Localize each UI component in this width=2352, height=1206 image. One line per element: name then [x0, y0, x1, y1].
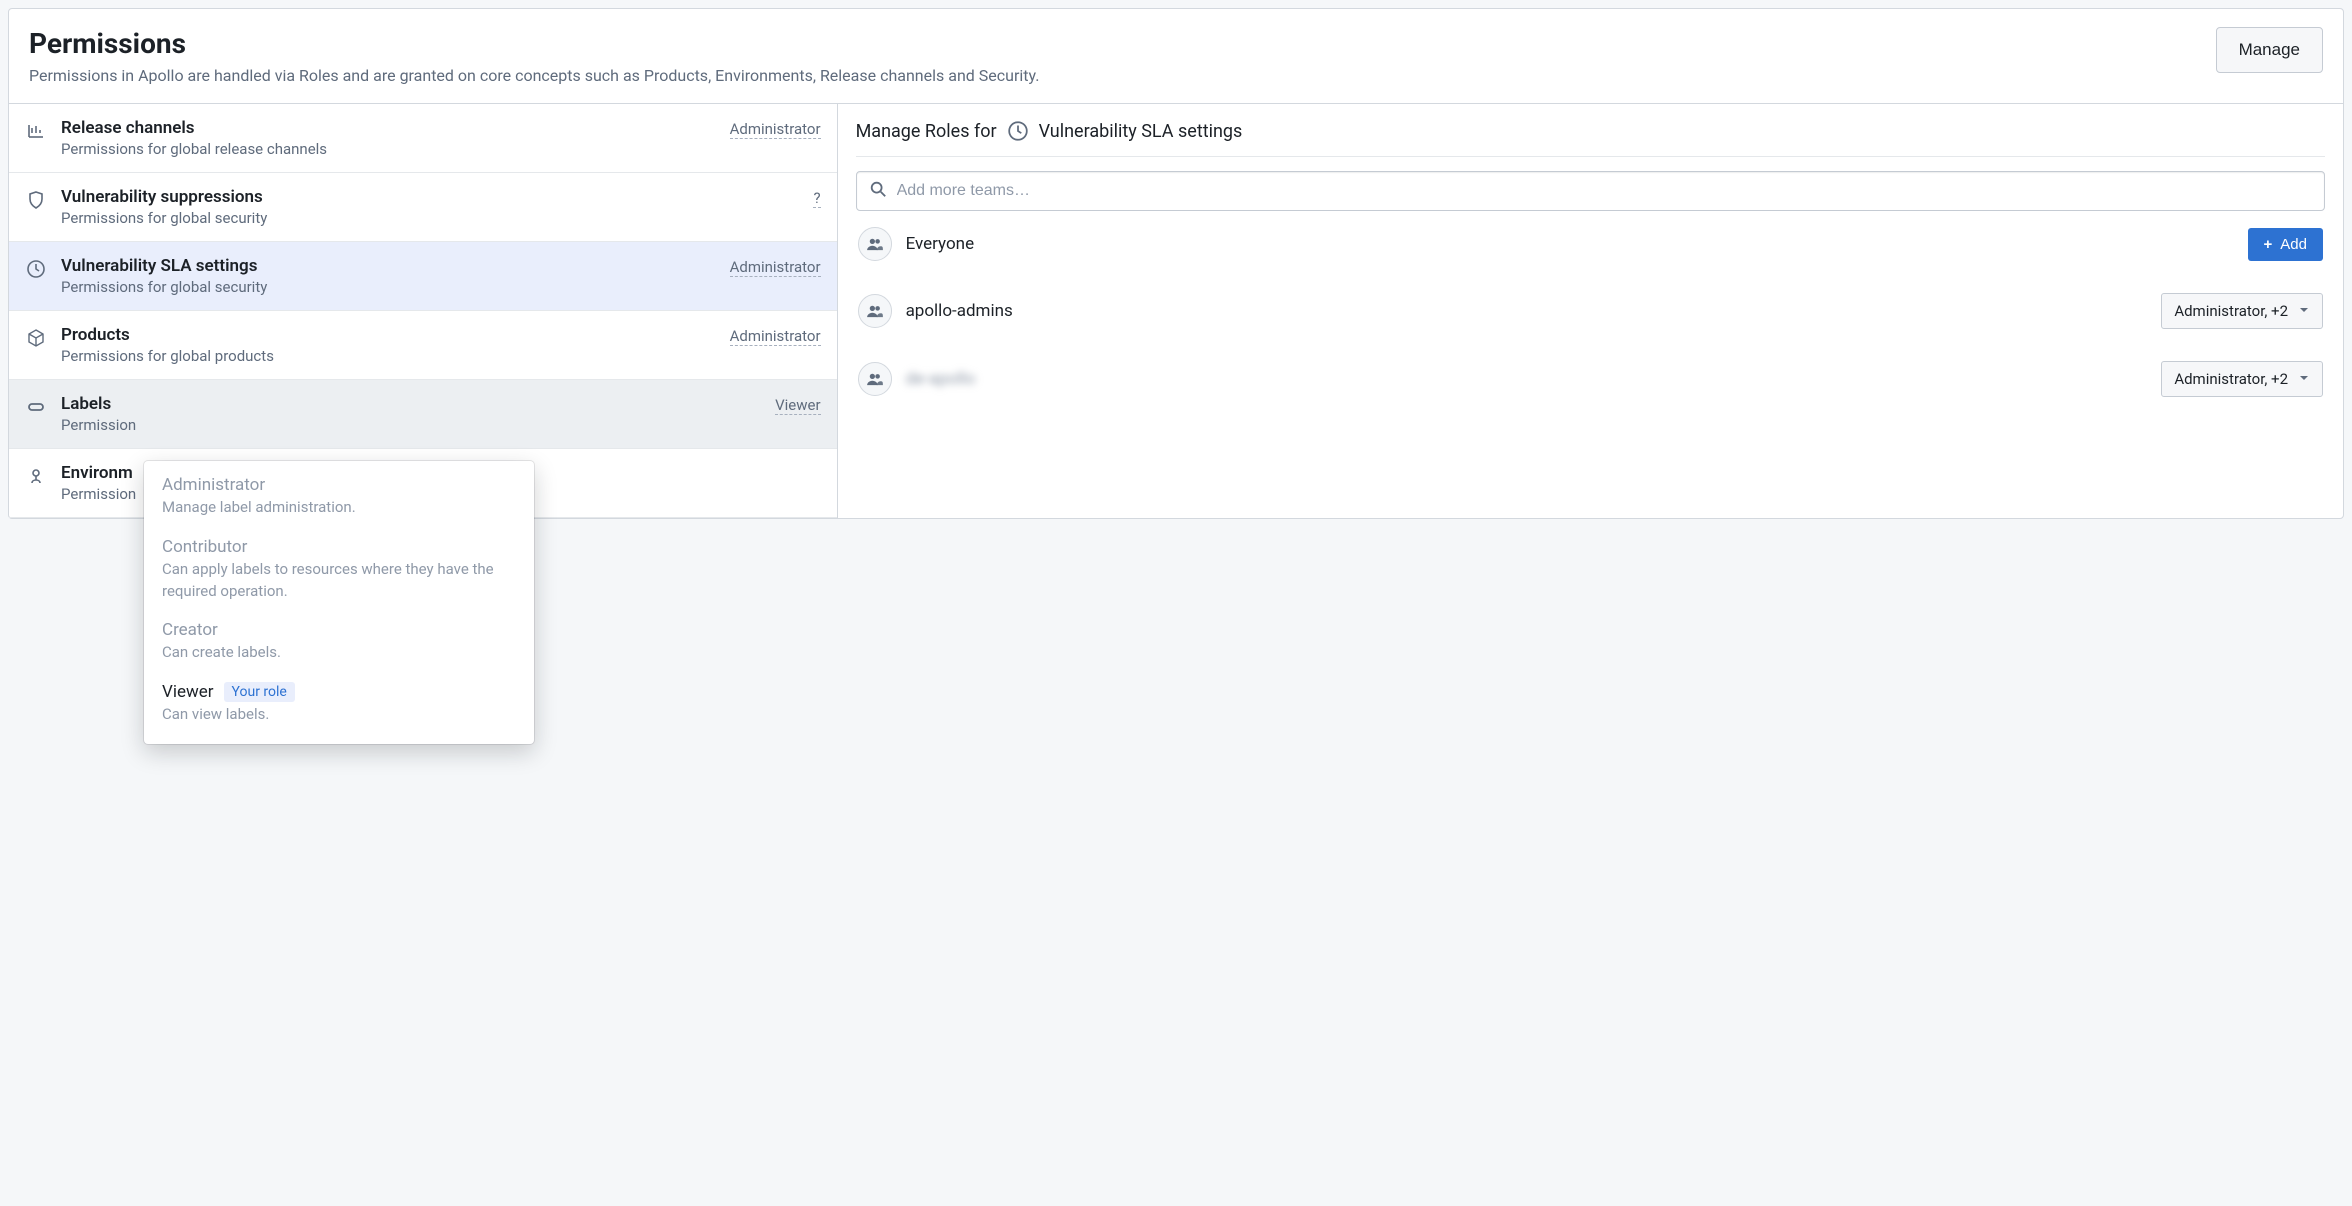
- role-popover: Administrator Manage label administratio…: [144, 461, 534, 744]
- caret-down-icon: [2298, 302, 2310, 320]
- role-select[interactable]: Administrator, +2: [2161, 361, 2323, 397]
- sidebar-item-desc: Permissions for global security: [61, 209, 799, 227]
- main-header: Manage Roles for Vulnerability SLA setti…: [856, 120, 2325, 157]
- search-icon: [869, 180, 887, 202]
- popover-item-creator[interactable]: Creator Can create labels.: [162, 620, 516, 664]
- popover-item-desc: Can apply labels to resources where they…: [162, 559, 516, 603]
- role-select[interactable]: Administrator, +2: [2161, 293, 2323, 329]
- popover-item-contributor[interactable]: Contributor Can apply labels to resource…: [162, 537, 516, 603]
- sidebar-item-badge[interactable]: ?: [813, 189, 820, 208]
- permissions-card: Permissions Permissions in Apollo are ha…: [8, 8, 2344, 519]
- popover-item-title: Creator: [162, 620, 516, 640]
- sidebar-item-badge[interactable]: Administrator: [730, 258, 821, 277]
- popover-item-title: Administrator: [162, 475, 516, 495]
- page-title: Permissions: [29, 27, 1039, 60]
- main-header-title: Vulnerability SLA settings: [1039, 121, 1243, 142]
- popover-item-title-row: Viewer Your role: [162, 682, 516, 702]
- team-name: de-apollo: [906, 369, 976, 389]
- popover-item-desc: Can create labels.: [162, 642, 516, 664]
- channels-icon: [25, 120, 47, 142]
- popover-item-administrator[interactable]: Administrator Manage label administratio…: [162, 475, 516, 519]
- team-avatar-icon: [858, 362, 892, 396]
- sidebar-item-release-channels[interactable]: Release channels Permissions for global …: [9, 104, 837, 173]
- team-name: apollo-admins: [906, 301, 1013, 321]
- sidebar-item-title: Products: [61, 325, 716, 345]
- header-left: Permissions Permissions in Apollo are ha…: [29, 27, 1039, 85]
- role-select-label: Administrator, +2: [2174, 302, 2288, 320]
- main-panel: Manage Roles for Vulnerability SLA setti…: [838, 104, 2343, 518]
- sidebar-item-title: Vulnerability suppressions: [61, 187, 799, 207]
- popover-item-desc: Manage label administration.: [162, 497, 516, 519]
- popover-item-viewer[interactable]: Viewer Your role Can view labels.: [162, 682, 516, 726]
- clock-icon: [25, 258, 47, 280]
- team-search-input[interactable]: [897, 182, 2312, 200]
- sidebar-item-vulnerability-sla[interactable]: Vulnerability SLA settings Permissions f…: [9, 242, 837, 311]
- sidebar-item-desc: Permission: [61, 416, 761, 434]
- team-row-apollo-admins: apollo-admins Administrator, +2: [856, 277, 2325, 345]
- body: Release channels Permissions for global …: [9, 103, 2343, 518]
- sidebar-item-products[interactable]: Products Permissions for global products…: [9, 311, 837, 380]
- main-header-label: Manage Roles for: [856, 121, 997, 142]
- sidebar-item-badge[interactable]: Viewer: [775, 396, 820, 415]
- team-row-redacted: de-apollo Administrator, +2: [856, 345, 2325, 413]
- sidebar-item-desc: Permissions for global products: [61, 347, 716, 365]
- team-search[interactable]: [856, 171, 2325, 211]
- clock-icon: [1007, 120, 1029, 142]
- sidebar-item-vulnerability-suppressions[interactable]: Vulnerability suppressions Permissions f…: [9, 173, 837, 242]
- your-role-tag: Your role: [224, 682, 295, 702]
- sidebar-item-title: Vulnerability SLA settings: [61, 256, 716, 276]
- manage-button[interactable]: Manage: [2216, 27, 2323, 73]
- team-avatar-icon: [858, 294, 892, 328]
- role-select-label: Administrator, +2: [2174, 370, 2288, 388]
- sidebar-item-desc: Permissions for global release channels: [61, 140, 716, 158]
- team-name: Everyone: [906, 234, 975, 254]
- cube-icon: [25, 327, 47, 349]
- popover-item-desc: Can view labels.: [162, 704, 516, 726]
- team-row-everyone: Everyone + Add: [856, 211, 2325, 277]
- page-header: Permissions Permissions in Apollo are ha…: [9, 9, 2343, 103]
- add-button-label: Add: [2280, 236, 2307, 253]
- plus-icon: +: [2264, 236, 2273, 253]
- manage-button-label: Manage: [2239, 40, 2300, 59]
- add-team-button[interactable]: + Add: [2248, 228, 2323, 261]
- sidebar-item-title: Release channels: [61, 118, 716, 138]
- popover-item-title: Contributor: [162, 537, 516, 557]
- team-avatar-icon: [858, 227, 892, 261]
- caret-down-icon: [2298, 370, 2310, 388]
- popover-item-title: Viewer: [162, 682, 214, 702]
- label-icon: [25, 396, 47, 418]
- sidebar-item-labels[interactable]: Labels Permission Viewer: [9, 380, 837, 449]
- sidebar-item-title: Labels: [61, 394, 761, 414]
- sidebar-item-badge[interactable]: Administrator: [730, 327, 821, 346]
- sidebar-item-badge[interactable]: Administrator: [730, 120, 821, 139]
- shield-icon: [25, 189, 47, 211]
- environment-icon: [25, 465, 47, 487]
- page-subtitle: Permissions in Apollo are handled via Ro…: [29, 66, 1039, 85]
- sidebar-item-desc: Permissions for global security: [61, 278, 716, 296]
- sidebar: Release channels Permissions for global …: [9, 104, 838, 518]
